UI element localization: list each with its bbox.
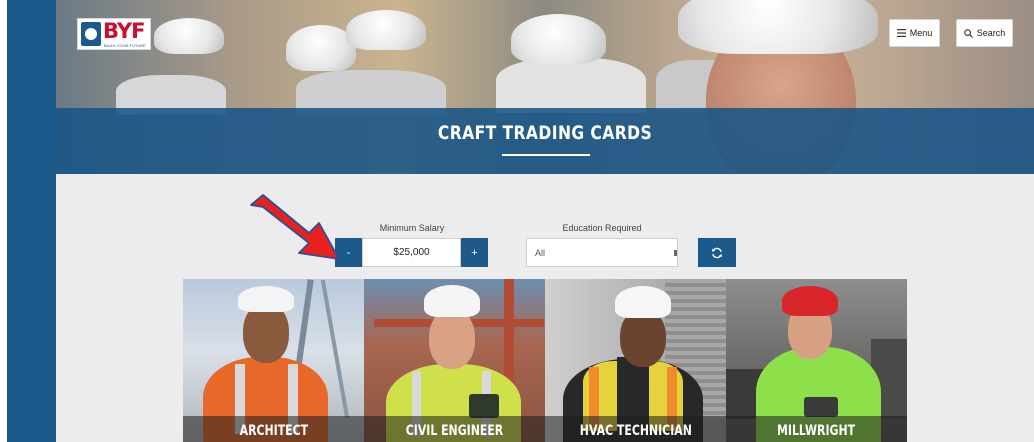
- hero-banner: CRAFT TRADING CARDS: [56, 0, 1034, 174]
- card-hard-hat: [782, 286, 838, 316]
- select-caret-icon: [674, 250, 677, 256]
- trading-card-millwright[interactable]: MILLWRIGHT: [726, 279, 907, 442]
- hero-worker-body: [496, 58, 646, 113]
- trading-card-civil-engineer[interactable]: CIVIL ENGINEER: [364, 279, 545, 442]
- card-label-architect: ARCHITECT: [183, 416, 364, 442]
- logo-tagline: BUILD YOUR FUTURE: [104, 43, 146, 48]
- refresh-button[interactable]: [698, 238, 736, 267]
- education-required-select[interactable]: All: [526, 238, 678, 267]
- card-hard-hat: [615, 286, 671, 318]
- hero-hard-hat: [154, 18, 224, 54]
- card-label-millwright: MILLWRIGHT: [726, 416, 907, 442]
- page: CRAFT TRADING CARDS BYF BUILD YOUR FUTUR…: [0, 0, 1034, 442]
- search-button[interactable]: Search: [956, 19, 1013, 47]
- card-worker-face: [429, 309, 475, 369]
- menu-button[interactable]: Menu: [889, 19, 940, 47]
- refresh-icon: [712, 247, 722, 258]
- card-worker-face: [243, 303, 289, 363]
- card-hard-hat: [424, 285, 480, 317]
- card-tablet: [469, 394, 499, 418]
- search-icon: [963, 28, 973, 38]
- card-label-hvac-technician: HVAC TECHNICIAN: [545, 416, 726, 442]
- menu-label: Menu: [909, 28, 933, 38]
- education-required-label: Education Required: [562, 223, 642, 233]
- trading-card-architect[interactable]: ARCHITECT: [183, 279, 364, 442]
- minimum-salary-label: Minimum Salary: [379, 223, 445, 233]
- hero-hard-hat: [346, 10, 426, 50]
- red-arrow-icon: [250, 194, 340, 260]
- page-title: CRAFT TRADING CARDS: [437, 122, 653, 144]
- hamburger-icon: [896, 29, 906, 37]
- logo-mark-icon: [81, 22, 101, 46]
- logo-text: BYF: [103, 19, 145, 43]
- minimum-salary-input[interactable]: [362, 238, 461, 267]
- search-label: Search: [976, 28, 1006, 38]
- hero-hard-hat: [511, 14, 606, 64]
- education-selected-value: All: [535, 247, 546, 258]
- card-tablet: [804, 397, 838, 417]
- salary-increase-button[interactable]: +: [461, 238, 488, 267]
- byf-logo[interactable]: BYF BUILD YOUR FUTURE: [77, 18, 151, 50]
- trading-card-hvac-technician[interactable]: HVAC TECHNICIAN: [545, 279, 726, 442]
- left-blue-band: [7, 0, 56, 442]
- title-underline: [502, 154, 590, 156]
- card-hard-hat: [238, 286, 294, 312]
- hero-woman-hard-hat: [678, 0, 878, 54]
- card-label-civil-engineer: CIVIL ENGINEER: [364, 416, 545, 442]
